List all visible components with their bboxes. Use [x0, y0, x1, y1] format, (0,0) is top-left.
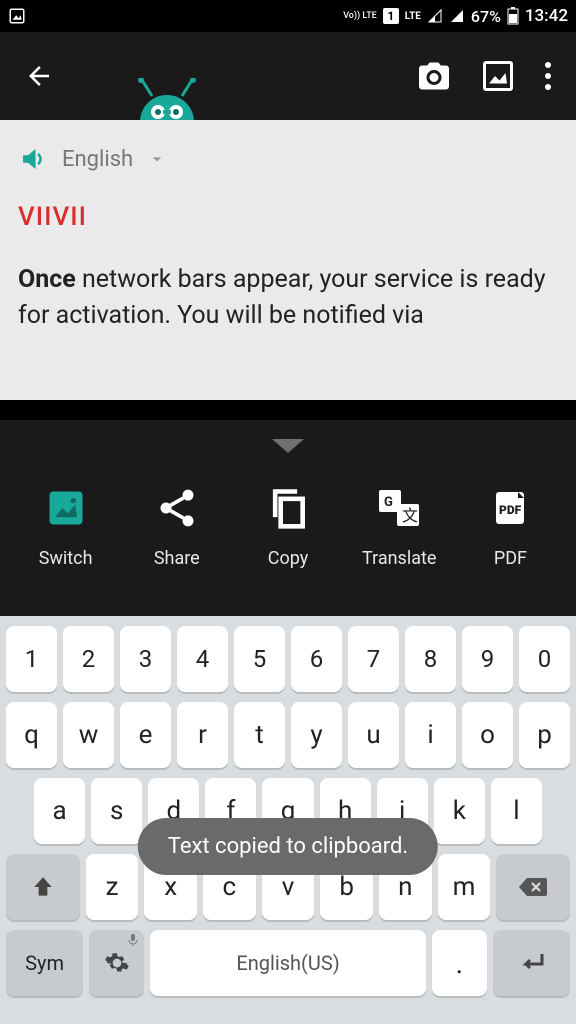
signal-icon-2 — [449, 8, 465, 24]
key-a[interactable]: a — [34, 778, 85, 844]
key-9[interactable]: 9 — [462, 626, 513, 692]
key-8[interactable]: 8 — [405, 626, 456, 692]
battery-percent: 67% — [471, 7, 501, 26]
key-3[interactable]: 3 — [120, 626, 171, 692]
key-s[interactable]: s — [91, 778, 142, 844]
keyboard: 1234567890 qwertyuiop asdfghjkl zxcvbnm … — [0, 616, 576, 1024]
pdf-button[interactable]: PDF PDF — [455, 476, 566, 575]
translate-button[interactable]: G 文 Translate — [344, 476, 455, 575]
key-e[interactable]: e — [120, 702, 171, 768]
key-4[interactable]: 4 — [177, 626, 228, 692]
toast-message: Text copied to clipboard. — [138, 818, 438, 875]
switch-button[interactable]: Switch — [10, 476, 121, 575]
body-rest: network bars appear, your service is rea… — [18, 265, 546, 330]
language-selector[interactable]: English — [18, 144, 558, 192]
action-panel: Switch Share Copy G 文 Translate — [0, 420, 576, 616]
key-z[interactable]: z — [86, 854, 139, 920]
key-o[interactable]: o — [462, 702, 513, 768]
app-mascot-icon — [130, 78, 204, 122]
gallery-button[interactable] — [466, 48, 530, 104]
key-t[interactable]: t — [234, 702, 285, 768]
key-1[interactable]: 1 — [6, 626, 57, 692]
key-5[interactable]: 5 — [234, 626, 285, 692]
volte-indicator: Vo)) LTE — [343, 12, 377, 21]
key-l[interactable]: l — [491, 778, 542, 844]
image-icon — [44, 482, 88, 534]
svg-text:PDF: PDF — [499, 503, 522, 517]
symbols-key[interactable]: Sym — [6, 930, 83, 996]
kb-row-numbers: 1234567890 — [6, 626, 570, 692]
signal-icon-1 — [427, 8, 443, 24]
spacebar[interactable]: English(US) — [150, 930, 426, 996]
speaker-icon[interactable] — [18, 144, 48, 174]
enter-key[interactable] — [493, 930, 570, 996]
language-label: English — [62, 147, 133, 172]
overflow-menu-button[interactable] — [530, 51, 566, 101]
copy-label: Copy — [268, 548, 309, 569]
key-6[interactable]: 6 — [291, 626, 342, 692]
key-i[interactable]: i — [405, 702, 456, 768]
kb-row-qwerty: qwertyuiop — [6, 702, 570, 768]
body-bold: Once — [18, 265, 76, 294]
kb-row-bottom: Sym English(US) . — [6, 930, 570, 996]
switch-label: Switch — [39, 548, 93, 569]
backspace-key[interactable] — [496, 854, 570, 920]
key-y[interactable]: y — [291, 702, 342, 768]
key-p[interactable]: p — [519, 702, 570, 768]
battery-icon — [507, 7, 519, 25]
pdf-label: PDF — [494, 548, 527, 569]
sim-badge: 1 — [383, 8, 399, 24]
collapse-handle[interactable] — [0, 420, 576, 470]
key-r[interactable]: r — [177, 702, 228, 768]
svg-text:G: G — [384, 495, 393, 510]
shift-key[interactable] — [6, 854, 80, 920]
clock: 13:42 — [525, 6, 568, 26]
pdf-icon: PDF — [488, 482, 532, 534]
copy-button[interactable]: Copy — [232, 476, 343, 575]
divider-strip — [0, 400, 576, 420]
key-w[interactable]: w — [63, 702, 114, 768]
settings-key[interactable] — [89, 930, 144, 996]
translate-icon: G 文 — [375, 482, 423, 534]
copy-icon — [266, 482, 310, 534]
translate-label: Translate — [362, 548, 436, 569]
period-key[interactable]: . — [432, 930, 487, 996]
key-k[interactable]: k — [434, 778, 485, 844]
chevron-down-icon — [147, 149, 167, 169]
lte-indicator: LTE — [405, 11, 421, 22]
translated-body: Once network bars appear, your service i… — [18, 262, 558, 335]
share-icon — [155, 482, 199, 534]
share-button[interactable]: Share — [121, 476, 232, 575]
key-q[interactable]: q — [6, 702, 57, 768]
key-m[interactable]: m — [438, 854, 491, 920]
key-u[interactable]: u — [348, 702, 399, 768]
key-0[interactable]: 0 — [519, 626, 570, 692]
key-7[interactable]: 7 — [348, 626, 399, 692]
camera-button[interactable] — [402, 48, 466, 104]
back-button[interactable] — [10, 51, 68, 101]
svg-text:文: 文 — [402, 506, 418, 525]
translation-content: English VIIVII Once network bars appear,… — [0, 120, 576, 400]
app-bar — [0, 32, 576, 120]
picture-indicator-icon — [8, 7, 26, 25]
translated-title: VIIVII — [18, 192, 558, 262]
key-2[interactable]: 2 — [63, 626, 114, 692]
status-bar: Vo)) LTE 1 LTE 67% 13:42 — [0, 0, 576, 32]
share-label: Share — [154, 548, 200, 569]
